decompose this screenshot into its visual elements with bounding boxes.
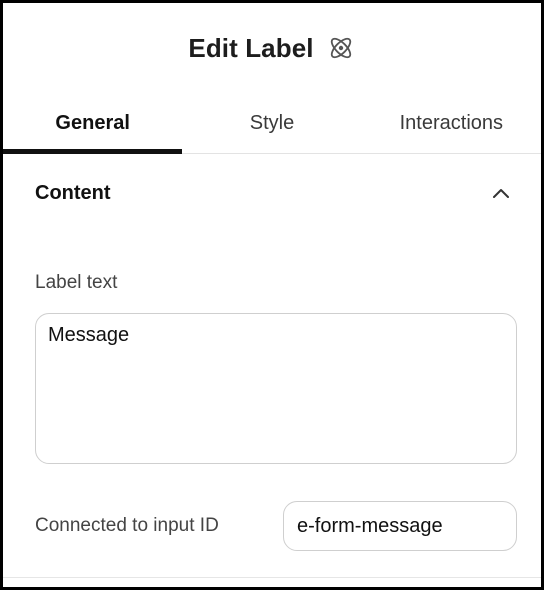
tab-general[interactable]: General (3, 93, 183, 154)
edit-label-panel: Edit Label General Style Interactions Co… (0, 0, 544, 590)
divider (3, 577, 541, 578)
tab-interactions[interactable]: Interactions (362, 93, 541, 153)
panel-title: Edit Label (188, 32, 314, 63)
tab-general-label: General (55, 111, 130, 134)
input-id-value: e-form-message (297, 514, 443, 537)
panel-header: Edit Label (3, 3, 541, 93)
tab-style[interactable]: Style (182, 93, 361, 153)
tab-style-label: Style (249, 111, 295, 134)
chevron-up-icon[interactable] (490, 182, 512, 204)
label-text-textarea[interactable]: Message (35, 313, 517, 464)
section-title: Content (35, 181, 111, 204)
input-id-field[interactable]: e-form-message (283, 501, 517, 551)
atom-icon (326, 33, 356, 63)
label-text-value: Message (48, 324, 130, 346)
label-text-label: Label text (35, 272, 118, 293)
tab-interactions-label: Interactions (399, 111, 504, 134)
content-section-header[interactable]: Content (3, 154, 541, 232)
input-id-label: Connected to input ID (35, 515, 219, 536)
input-id-row: Connected to input ID e-form-message (35, 501, 517, 551)
tab-bar: General Style Interactions (3, 93, 541, 154)
